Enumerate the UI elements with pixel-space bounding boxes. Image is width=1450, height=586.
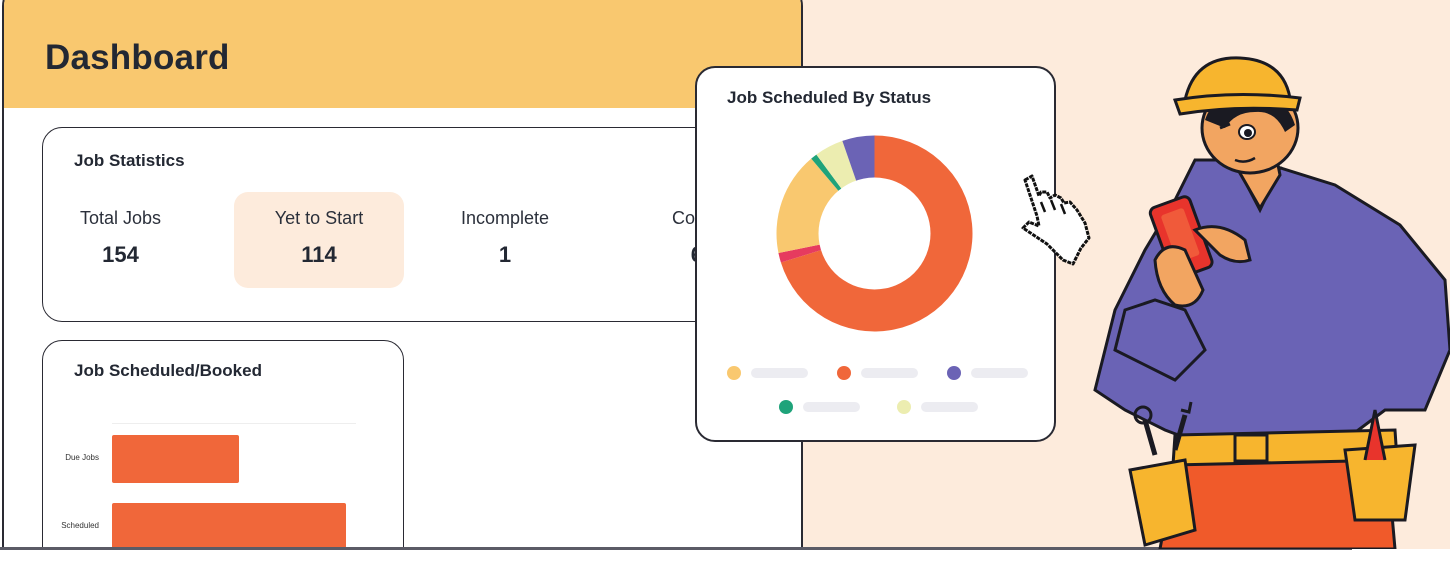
legend-swatch	[779, 400, 793, 414]
stat-value: 114	[301, 242, 337, 267]
stat-value: 1	[498, 242, 512, 267]
job-scheduled-booked-title: Job Scheduled/Booked	[74, 361, 262, 380]
worker-illustration	[1093, 56, 1450, 549]
bar-label: Scheduled	[61, 521, 99, 530]
stat-incomplete[interactable]: Incomplete 1	[420, 192, 590, 288]
page-title: Dashboard	[45, 38, 230, 77]
stat-label: Incomplete	[460, 208, 550, 228]
legend-label-placeholder	[861, 368, 918, 378]
legend-label-placeholder	[971, 368, 1028, 378]
legend-swatch	[837, 366, 851, 380]
legend-swatch	[947, 366, 961, 380]
legend-label-placeholder	[751, 368, 808, 378]
stat-label: Yet to Start	[274, 208, 364, 228]
legend-swatch	[727, 366, 741, 380]
legend-swatch	[897, 400, 911, 414]
stat-value: 154	[102, 242, 139, 267]
stat-total-jobs[interactable]: Total Jobs 154	[43, 192, 198, 288]
job-statistics-card: Job Statistics Total Jobs 154 Yet to Sta…	[42, 127, 801, 322]
bar[interactable]	[112, 503, 347, 549]
legend-label-placeholder	[921, 402, 978, 412]
stat-label: Total Jobs	[79, 208, 162, 228]
dashboard-header: Dashboard	[4, 0, 801, 108]
job-status-card: Job Scheduled By Status	[695, 66, 1056, 442]
legend-label-placeholder	[803, 402, 860, 412]
bar[interactable]	[112, 435, 239, 483]
job-status-title: Job Scheduled By Status	[727, 88, 932, 107]
stat-yet-to-start[interactable]: Yet to Start 114	[234, 192, 404, 288]
bar-label: Due Jobs	[65, 453, 99, 462]
dashboard-window: Dashboard Job Statistics Total Jobs 154 …	[2, 0, 803, 549]
job-scheduled-booked-card: Job Scheduled/Booked Due Jobs Scheduled	[42, 340, 404, 549]
status-donut-chart	[776, 135, 973, 332]
chart-gridline	[112, 423, 356, 424]
